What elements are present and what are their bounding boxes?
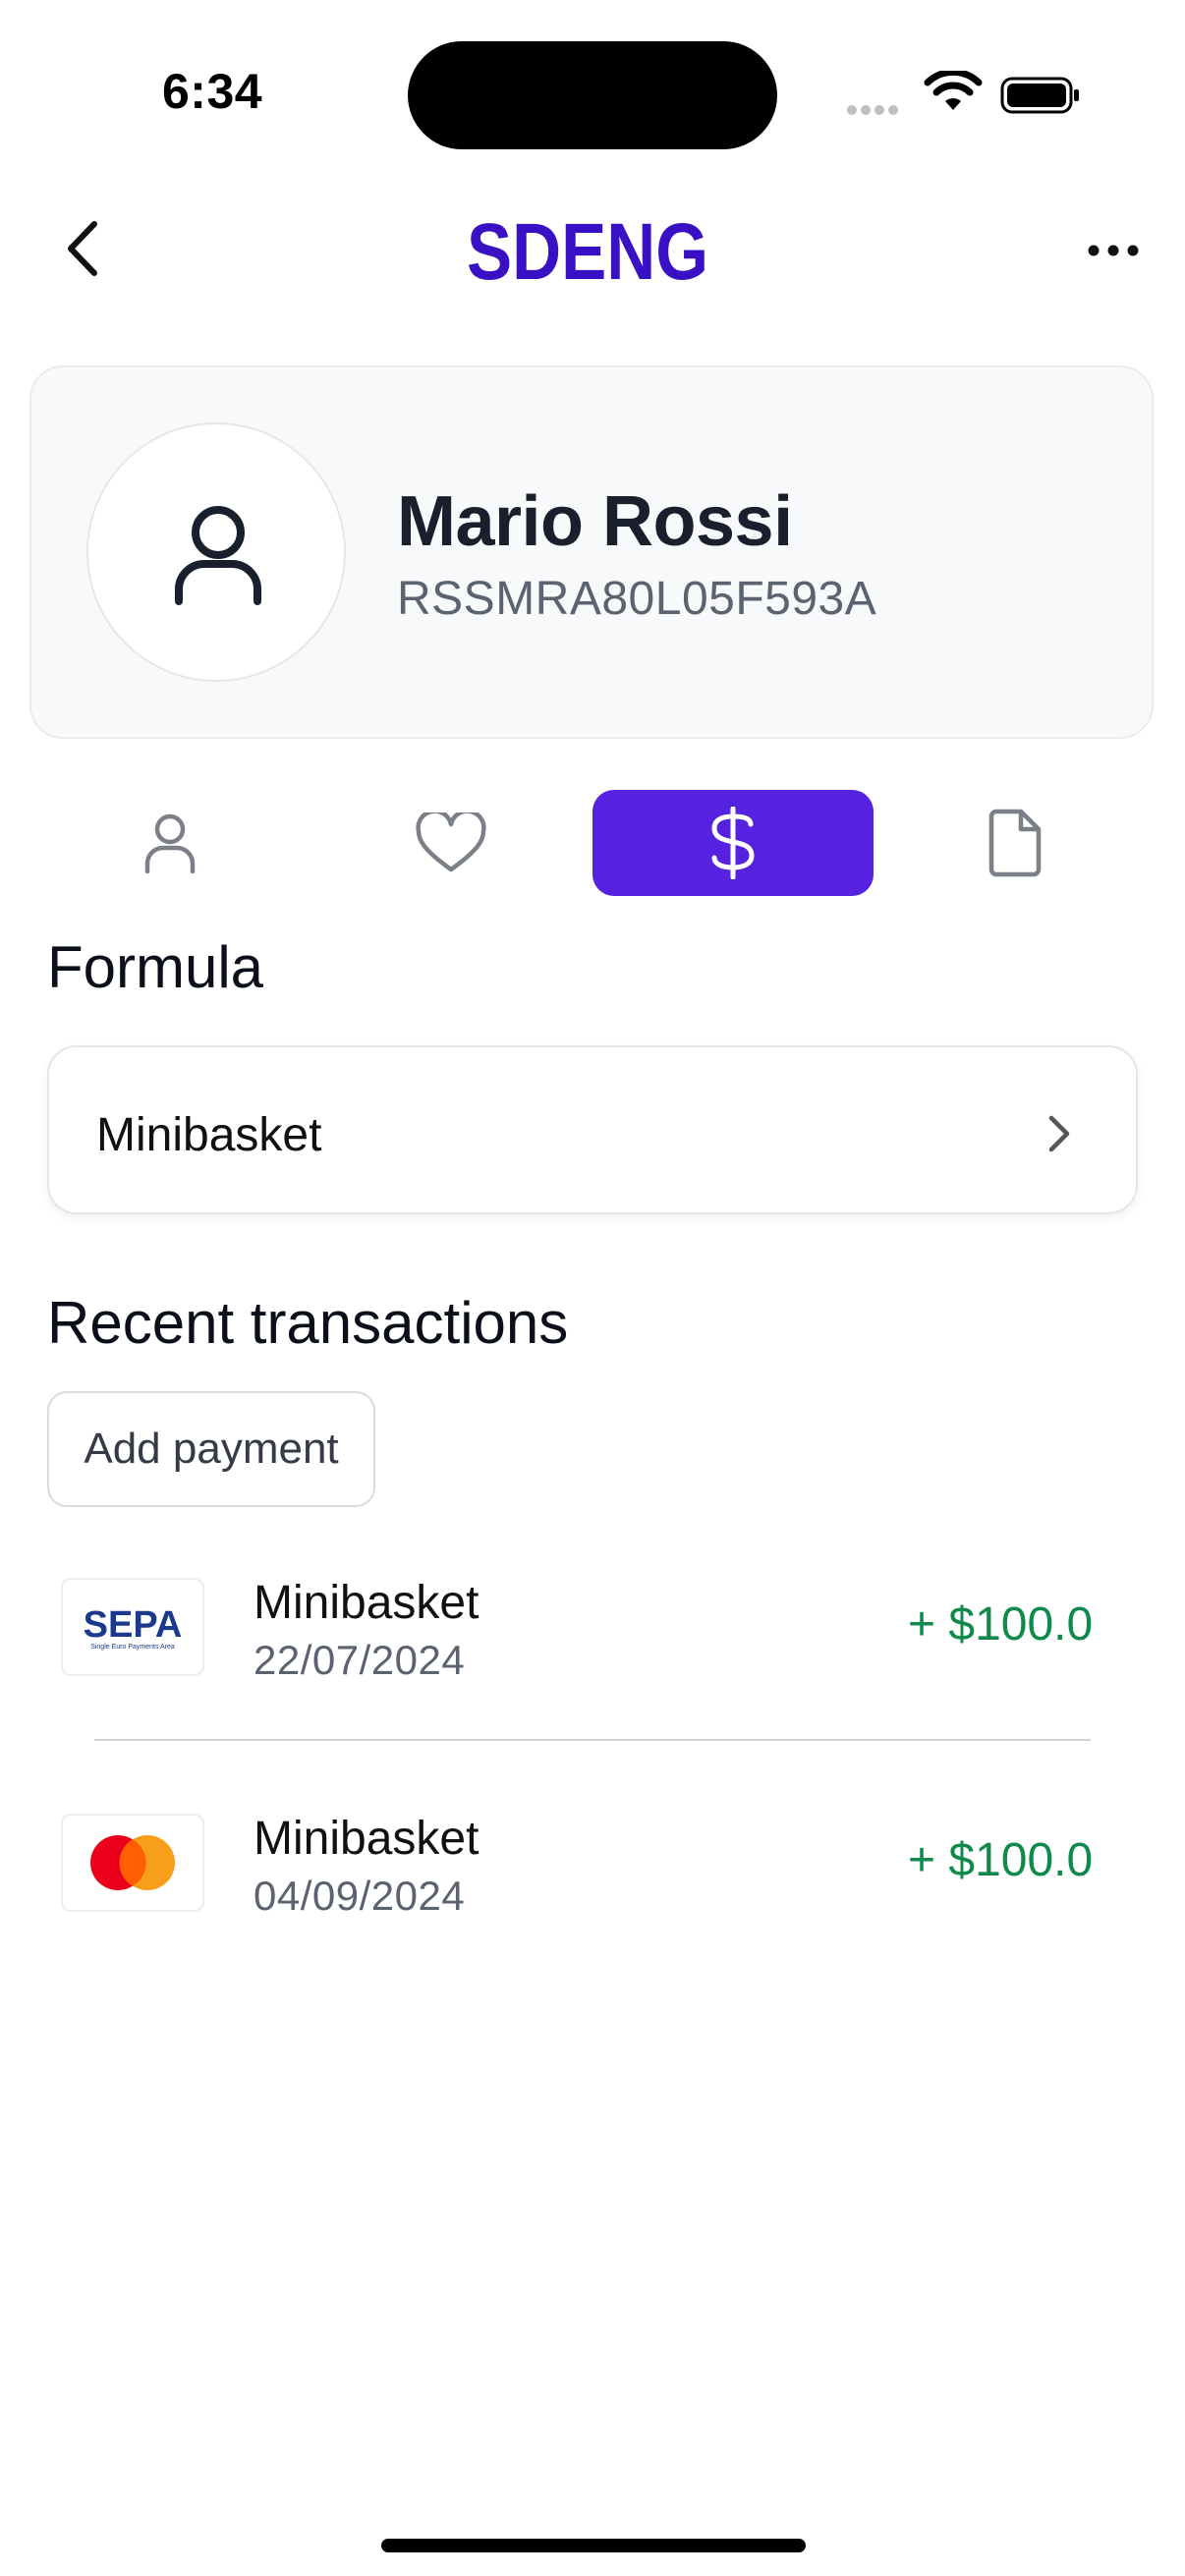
transaction-name: Minibasket [254, 1577, 480, 1629]
sdeng-logo: SDENG [467, 208, 708, 293]
recent-transactions-heading: Recent transactions [47, 1290, 569, 1356]
tab-payments[interactable] [592, 790, 874, 896]
formula-heading: Formula [47, 934, 264, 1000]
formula-value: Minibasket [96, 1109, 322, 1161]
sepa-logo: SEPA Single Euro Payments Area [61, 1578, 204, 1676]
wifi-icon [924, 71, 983, 110]
person-icon [175, 506, 261, 605]
divider [94, 1739, 1091, 1741]
transaction-amount: + $100.0 [908, 1598, 1094, 1651]
avatar [86, 422, 346, 682]
chevron-right-icon [1048, 1115, 1070, 1152]
transaction-date: 22/07/2024 [254, 1637, 466, 1683]
heart-icon [416, 812, 486, 872]
dollar-icon [711, 807, 755, 879]
more-options-button[interactable] [1081, 226, 1146, 275]
home-indicator [381, 2539, 806, 2552]
transaction-name: Minibasket [254, 1813, 480, 1865]
svg-text:Single Euro Payments Area: Single Euro Payments Area [90, 1644, 175, 1651]
mastercard-logo [61, 1814, 204, 1912]
profile-fiscal-code: RSSMRA80L05F593A [397, 573, 877, 625]
add-payment-button[interactable]: Add payment [47, 1391, 375, 1507]
transaction-date: 04/09/2024 [254, 1873, 466, 1919]
svg-text:SDENG: SDENG [467, 208, 708, 293]
profile-name: Mario Rossi [397, 482, 793, 561]
tab-documents[interactable] [874, 790, 1155, 896]
transaction-amount: + $100.0 [908, 1834, 1094, 1886]
battery-icon [1000, 77, 1079, 114]
tab-profile[interactable] [29, 790, 310, 896]
status-time: 6:34 [162, 64, 263, 119]
back-button[interactable] [57, 214, 108, 283]
document-icon [988, 809, 1042, 877]
dynamic-island [408, 41, 777, 149]
cellular-signal-icon [847, 102, 902, 120]
svg-text:SEPA: SEPA [84, 1604, 183, 1646]
tab-favorites[interactable] [310, 790, 592, 896]
person-icon [144, 813, 196, 873]
